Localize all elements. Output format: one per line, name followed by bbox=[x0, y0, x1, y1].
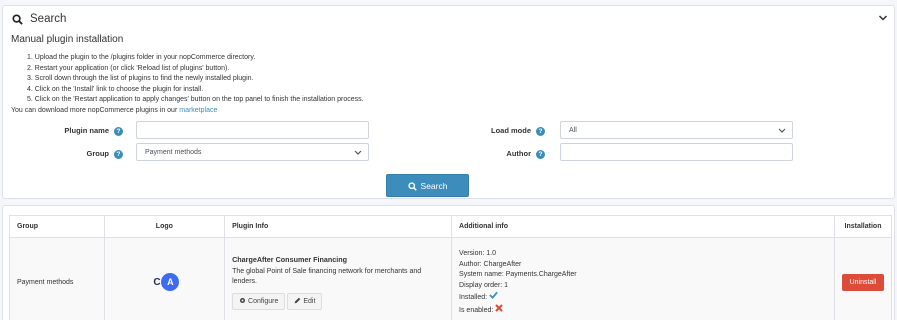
chevron-down-icon bbox=[354, 150, 362, 155]
column-header-plugin-info[interactable]: Plugin Info bbox=[224, 215, 453, 238]
plugin-info-cell: ChargeAfter Consumer Financing The globa… bbox=[224, 237, 453, 320]
search-panel-header[interactable]: Search bbox=[3, 6, 894, 32]
table-header-row: Group Logo Plugin Info Additional info I… bbox=[9, 215, 892, 238]
install-step: 1. Upload the plugin to the /plugins fol… bbox=[27, 54, 256, 61]
install-step: 5. Click on the 'Restart application to … bbox=[27, 96, 364, 104]
group-select[interactable]: Payment methods bbox=[136, 143, 369, 161]
help-icon[interactable]: ? bbox=[536, 149, 545, 159]
group-select-value: Payment methods bbox=[145, 149, 202, 156]
column-header-group[interactable]: Group bbox=[9, 215, 105, 238]
load-mode-select[interactable]: All bbox=[560, 121, 793, 139]
plugin-description: The global Point of Sale financing netwo… bbox=[232, 268, 422, 285]
author-label: Author? bbox=[435, 149, 545, 159]
plugin-name-input[interactable] bbox=[136, 121, 369, 139]
plugin-name: ChargeAfter Consumer Financing bbox=[232, 255, 348, 264]
gear-icon bbox=[240, 297, 246, 304]
plugin-system-name: System name: Payments.ChargeAfter bbox=[459, 271, 577, 278]
installation-cell: Uninstall bbox=[834, 237, 892, 320]
download-text: You can download more nopCommerce plugin… bbox=[11, 107, 178, 114]
pencil-icon bbox=[295, 297, 301, 304]
group-label: Group? bbox=[13, 149, 123, 159]
search-button[interactable]: Search bbox=[386, 174, 469, 197]
install-step: 2. Restart your application (or click 'R… bbox=[27, 64, 230, 72]
checkmark-icon bbox=[489, 291, 498, 300]
manual-install-title: Manual plugin installation bbox=[11, 34, 124, 45]
install-steps: 1. Upload the plugin to the /plugins fol… bbox=[27, 53, 364, 106]
install-step: 4. Click on the 'Install' link to choose… bbox=[27, 85, 204, 93]
chevron-down-icon bbox=[778, 128, 786, 133]
download-note: You can download more nopCommerce plugin… bbox=[11, 107, 217, 114]
plugin-installed-status: Installed: bbox=[459, 291, 827, 304]
plugin-name-label: Plugin name? bbox=[13, 126, 123, 136]
search-panel: Search Manual plugin installation 1. Upl… bbox=[2, 5, 895, 199]
marketplace-link[interactable]: marketplace bbox=[179, 107, 217, 114]
plugin-version: Version: 1.0 bbox=[459, 250, 497, 257]
search-panel-title: Search bbox=[30, 13, 67, 25]
uninstall-button[interactable]: Uninstall bbox=[842, 274, 884, 291]
column-header-logo[interactable]: Logo bbox=[103, 215, 226, 238]
column-header-installation[interactable]: Installation bbox=[834, 215, 892, 238]
help-icon[interactable]: ? bbox=[536, 126, 545, 136]
configure-button[interactable]: Configure bbox=[232, 293, 286, 310]
plugins-grid-panel: Group Logo Plugin Info Additional info I… bbox=[2, 205, 895, 320]
plugin-group-cell: Payment methods bbox=[9, 237, 105, 320]
chevron-down-icon[interactable] bbox=[878, 14, 888, 22]
plugin-author: Author: ChargeAfter bbox=[459, 260, 522, 268]
cross-icon bbox=[495, 303, 503, 312]
help-icon[interactable]: ? bbox=[114, 126, 123, 136]
additional-info-cell: Version: 1.0 Author: ChargeAfter System … bbox=[451, 237, 835, 320]
plugin-display-order: Display order: 1 bbox=[459, 281, 509, 289]
plugin-logo-cell: C A bbox=[103, 237, 226, 320]
chargeafter-logo: C A bbox=[153, 271, 180, 293]
plugin-enabled-status: Is enabled: bbox=[459, 303, 827, 317]
plugins-table: Group Logo Plugin Info Additional info I… bbox=[9, 215, 892, 320]
search-icon bbox=[12, 14, 23, 25]
author-input[interactable] bbox=[560, 143, 793, 161]
load-mode-label: Load mode? bbox=[435, 126, 545, 136]
edit-button[interactable]: Edit bbox=[287, 293, 323, 310]
help-icon[interactable]: ? bbox=[114, 149, 123, 159]
install-step: 3. Scroll down through the list of plugi… bbox=[27, 75, 254, 83]
column-header-additional-info[interactable]: Additional info bbox=[451, 215, 835, 238]
table-row: Payment methods C A ChargeAfter Consumer… bbox=[9, 237, 892, 320]
search-icon bbox=[407, 182, 417, 192]
load-mode-select-value: All bbox=[569, 127, 577, 134]
